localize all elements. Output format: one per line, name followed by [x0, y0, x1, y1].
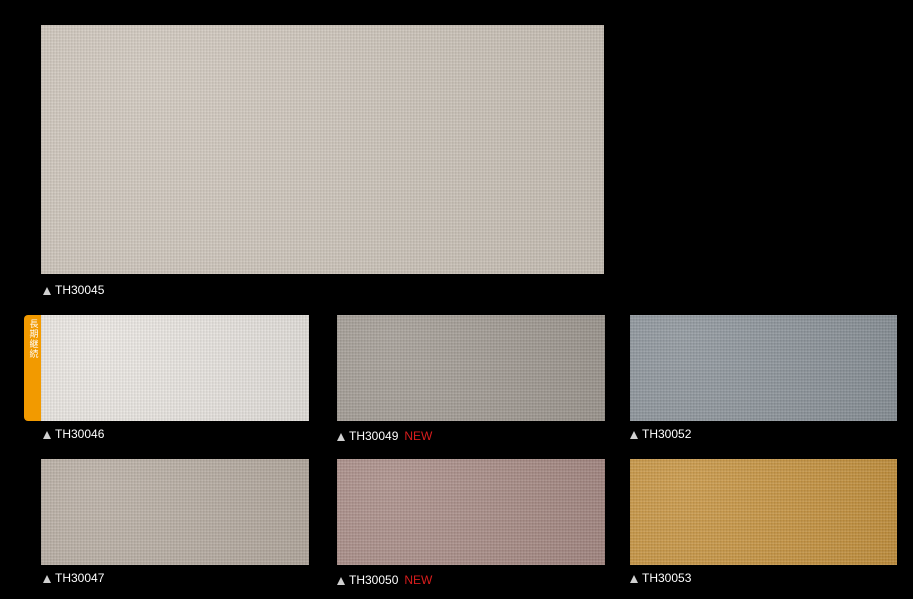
- swatch-code: TH30053: [642, 571, 692, 585]
- triangle-icon: [43, 287, 51, 295]
- swatch-code: TH30045: [55, 283, 105, 297]
- swatch-th30047[interactable]: [41, 459, 309, 565]
- swatch-label-th30045[interactable]: TH30045: [43, 282, 104, 298]
- swatch-th30053[interactable]: [630, 459, 897, 565]
- swatch-label-th30052[interactable]: TH30052: [630, 426, 691, 442]
- swatch-th30050[interactable]: [337, 459, 605, 565]
- swatch-code: TH30047: [55, 571, 105, 585]
- triangle-icon: [337, 577, 345, 585]
- swatch-label-th30049[interactable]: TH30049 NEW: [337, 428, 432, 444]
- triangle-icon: [43, 575, 51, 583]
- new-badge: NEW: [404, 573, 433, 587]
- swatch-code: TH30049: [349, 429, 399, 443]
- swatch-label-th30053[interactable]: TH30053: [630, 570, 691, 586]
- swatch-label-th30046[interactable]: TH30046: [43, 426, 104, 442]
- swatch-th30052[interactable]: [630, 315, 897, 421]
- swatch-code: TH30046: [55, 427, 105, 441]
- swatch-code: TH30050: [349, 573, 399, 587]
- swatch-th30049[interactable]: [337, 315, 605, 421]
- new-badge: NEW: [404, 429, 433, 443]
- triangle-icon: [337, 433, 345, 441]
- triangle-icon: [630, 431, 638, 439]
- swatch-th30045[interactable]: [41, 25, 604, 274]
- triangle-icon: [630, 575, 638, 583]
- swatch-label-th30047[interactable]: TH30047: [43, 570, 104, 586]
- swatch-code: TH30052: [642, 427, 692, 441]
- swatch-th30046[interactable]: [41, 315, 309, 421]
- swatch-label-th30050[interactable]: TH30050 NEW: [337, 572, 432, 588]
- long-term-badge-text: 長期継続: [27, 319, 38, 359]
- long-term-badge: 長期継続: [24, 315, 41, 421]
- triangle-icon: [43, 431, 51, 439]
